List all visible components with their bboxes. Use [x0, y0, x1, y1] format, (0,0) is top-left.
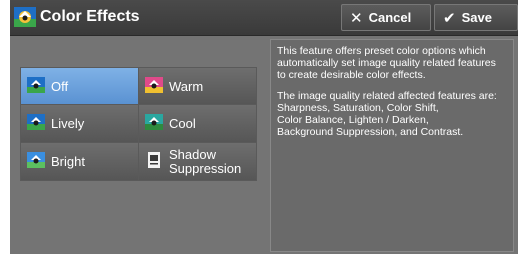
option-label: Lively	[51, 116, 85, 131]
option-label: Warm	[169, 78, 204, 94]
cancel-button[interactable]: ✕ Cancel	[341, 4, 431, 31]
page-title: Color Effects	[40, 8, 140, 25]
option-label: Bright	[51, 154, 85, 169]
color-effects-icon	[27, 114, 45, 130]
shadow-suppression-icon	[148, 152, 160, 168]
option-cool[interactable]: Cool	[139, 105, 256, 142]
save-button[interactable]: ✔ Save	[434, 4, 518, 31]
description-panel: This feature offers preset color options…	[270, 39, 514, 252]
option-lively[interactable]: Lively	[21, 105, 138, 142]
title-bar: Color Effects ✕ Cancel ✔ Save	[10, 0, 518, 36]
description-paragraph: This feature offers preset color options…	[277, 45, 496, 81]
color-effects-icon	[145, 114, 163, 130]
color-effects-icon	[145, 77, 163, 93]
color-effects-icon	[27, 77, 45, 93]
checkmark-icon: ✔	[443, 9, 456, 27]
option-label: Shadow Suppression	[169, 146, 242, 176]
option-bright[interactable]: Bright	[21, 143, 138, 180]
option-label: Off	[51, 78, 69, 94]
color-effect-options: Off Warm Lively Cool Bright Shadow Suppr…	[20, 67, 257, 181]
color-effects-icon	[27, 152, 45, 168]
description-paragraph: The image quality related affected featu…	[277, 90, 497, 138]
option-off[interactable]: Off	[21, 68, 138, 104]
save-label: Save	[461, 10, 492, 25]
color-effects-screen: Color Effects ✕ Cancel ✔ Save Off Warm L…	[10, 0, 518, 254]
cancel-label: Cancel	[368, 10, 412, 25]
option-label: Cool	[169, 116, 196, 131]
option-warm[interactable]: Warm	[139, 68, 256, 104]
option-shadow-suppression[interactable]: Shadow Suppression	[139, 143, 256, 180]
color-effects-icon	[14, 7, 36, 27]
close-icon: ✕	[350, 9, 363, 27]
